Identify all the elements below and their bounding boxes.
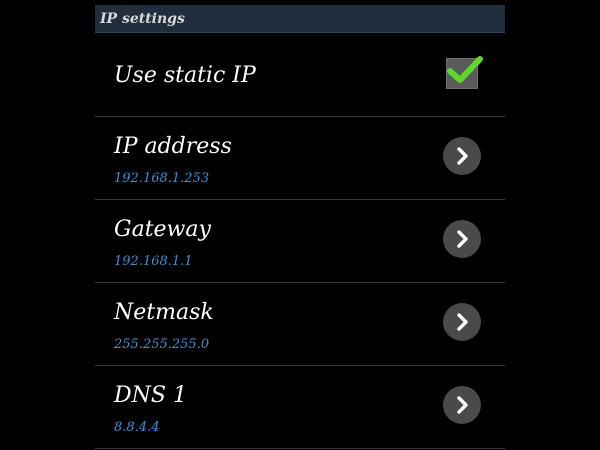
section-header: IP settings <box>95 5 505 33</box>
chevron-right-icon <box>457 147 468 165</box>
use-static-ip-row[interactable]: Use static IP <box>95 34 505 116</box>
gateway-chevron-button[interactable] <box>443 220 481 258</box>
check-icon <box>447 56 483 83</box>
netmask-value: 255.255.255.0 <box>114 337 210 352</box>
ip-address-chevron-button[interactable] <box>443 137 481 175</box>
gateway-label: Gateway <box>114 217 211 242</box>
dns1-label: DNS 1 <box>114 383 187 408</box>
chevron-right-icon <box>457 230 468 248</box>
ip-address-value: 192.168.1.253 <box>114 171 210 186</box>
chevron-right-icon <box>457 313 468 331</box>
divider <box>95 448 505 449</box>
netmask-label: Netmask <box>114 300 214 325</box>
use-static-ip-checkbox[interactable] <box>446 56 483 89</box>
netmask-chevron-button[interactable] <box>443 303 481 341</box>
section-title: IP settings <box>100 10 185 27</box>
gateway-value: 192.168.1.1 <box>114 254 193 269</box>
ip-settings-screen: IP settings Use static IP IP address 192… <box>95 0 505 450</box>
dns1-chevron-button[interactable] <box>443 386 481 424</box>
ip-address-label: IP address <box>114 134 232 159</box>
chevron-right-icon <box>457 396 468 414</box>
use-static-ip-label: Use static IP <box>114 63 256 88</box>
dns1-value: 8.8.4.4 <box>114 420 160 435</box>
